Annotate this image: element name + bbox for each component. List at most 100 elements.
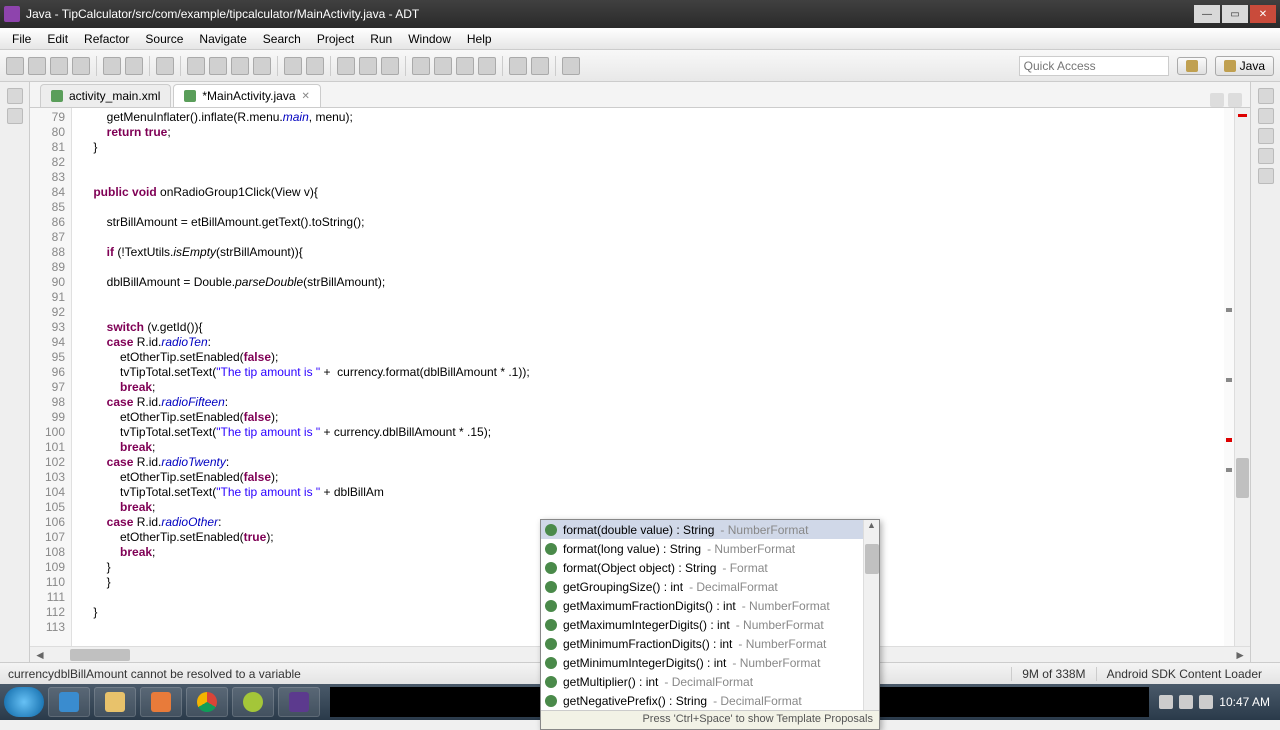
menu-help[interactable]: Help [459, 30, 500, 48]
toolbar-separator [180, 56, 181, 76]
tray-volume-icon[interactable] [1179, 695, 1193, 709]
taskbar-app-explorer[interactable] [94, 687, 136, 717]
method-icon [545, 619, 557, 631]
help-icon[interactable] [1258, 128, 1274, 144]
tray-flag-icon[interactable] [1159, 695, 1173, 709]
search-icon[interactable] [359, 57, 377, 75]
method-icon [545, 695, 557, 707]
task-list-icon[interactable] [1258, 88, 1274, 104]
content-assist-item[interactable]: getNegativePrefix() : String - DecimalFo… [541, 691, 879, 710]
content-assist-item[interactable]: getMaximumIntegerDigits() : int - Number… [541, 615, 879, 634]
pin-icon[interactable] [562, 57, 580, 75]
problems-icon[interactable] [1258, 168, 1274, 184]
open-type-icon[interactable] [337, 57, 355, 75]
new-class-icon[interactable] [306, 57, 324, 75]
outline-view-icon[interactable] [7, 108, 23, 124]
close-button[interactable]: ✕ [1250, 5, 1276, 23]
vertical-scrollbar[interactable] [1234, 108, 1250, 646]
editor-tab[interactable]: activity_main.xml [40, 84, 171, 107]
overview-error-mark [1226, 438, 1232, 442]
method-icon [545, 638, 557, 650]
menu-source[interactable]: Source [137, 30, 191, 48]
back-icon[interactable] [509, 57, 527, 75]
proposal-origin: - DecimalFormat [689, 580, 778, 594]
taskbar-app-ie[interactable] [48, 687, 90, 717]
toggle-mark-icon[interactable] [381, 57, 399, 75]
lint-icon[interactable] [456, 57, 474, 75]
quick-access-input[interactable] [1019, 56, 1169, 76]
new-package-icon[interactable] [284, 57, 302, 75]
debug-icon[interactable] [187, 57, 205, 75]
proposal-origin: - DecimalFormat [713, 694, 802, 708]
scrollbar-thumb[interactable] [865, 544, 879, 574]
scrollbar-thumb[interactable] [70, 649, 130, 661]
print-icon[interactable] [72, 57, 90, 75]
toolbar-separator [277, 56, 278, 76]
content-assist-item[interactable]: getMinimumIntegerDigits() : int - Number… [541, 653, 879, 672]
scrollbar-thumb[interactable] [1236, 458, 1249, 498]
menu-run[interactable]: Run [362, 30, 400, 48]
menu-file[interactable]: File [4, 30, 39, 48]
maximize-view-icon[interactable] [1228, 93, 1242, 107]
content-assist-item[interactable]: format(Object object) : String - Format [541, 558, 879, 577]
run-icon[interactable] [209, 57, 227, 75]
content-assist-item[interactable]: getMinimumFractionDigits() : int - Numbe… [541, 634, 879, 653]
cheat-sheets-icon[interactable] [1258, 148, 1274, 164]
open-perspective-button[interactable] [1177, 57, 1207, 75]
content-assist-item[interactable]: getGroupingSize() : int - DecimalFormat [541, 577, 879, 596]
content-assist-item[interactable]: getMultiplier() : int - DecimalFormat [541, 672, 879, 691]
content-assist-popup[interactable]: format(double value) : String - NumberFo… [540, 519, 880, 730]
taskbar-app-wmp[interactable] [140, 687, 182, 717]
menu-navigate[interactable]: Navigate [191, 30, 254, 48]
save-icon[interactable] [28, 57, 46, 75]
maximize-button[interactable]: ▭ [1222, 5, 1248, 23]
proposal-signature: getNegativePrefix() : String [563, 694, 707, 708]
menu-edit[interactable]: Edit [39, 30, 76, 48]
content-assist-list[interactable]: format(double value) : String - NumberFo… [541, 520, 879, 710]
avd-icon[interactable] [434, 57, 452, 75]
close-tab-icon[interactable]: ✕ [302, 91, 310, 102]
overview-ruler[interactable] [1224, 108, 1234, 646]
editor-tabs: activity_main.xml*MainActivity.java✕ [30, 82, 1250, 108]
android-sdk-icon[interactable] [412, 57, 430, 75]
editor-tab[interactable]: *MainActivity.java✕ [173, 84, 321, 107]
content-assist-item[interactable]: getMaximumFractionDigits() : int - Numbe… [541, 596, 879, 615]
new-icon[interactable] [6, 57, 24, 75]
proposal-signature: getMaximumIntegerDigits() : int [563, 618, 730, 632]
save-all-icon[interactable] [50, 57, 68, 75]
menu-search[interactable]: Search [255, 30, 309, 48]
build-all-icon[interactable] [125, 57, 143, 75]
new-project-icon[interactable] [156, 57, 174, 75]
menu-project[interactable]: Project [309, 30, 362, 48]
overview-mark [1226, 308, 1232, 312]
minimize-view-icon[interactable] [1210, 93, 1224, 107]
proposal-signature: getMultiplier() : int [563, 675, 658, 689]
run-last-icon[interactable] [231, 57, 249, 75]
perspective-label: Java [1240, 59, 1265, 73]
taskbar-app-adt[interactable] [278, 687, 320, 717]
toolbar-separator [555, 56, 556, 76]
forward-icon[interactable] [531, 57, 549, 75]
java-perspective-button[interactable]: Java [1215, 56, 1274, 76]
taskbar-app-chrome[interactable] [186, 687, 228, 717]
menu-refactor[interactable]: Refactor [76, 30, 137, 48]
app-icon [4, 6, 20, 22]
system-tray[interactable]: 10:47 AM [1159, 695, 1276, 709]
tray-clock[interactable]: 10:47 AM [1219, 695, 1270, 709]
tray-network-icon[interactable] [1199, 695, 1213, 709]
start-button[interactable] [4, 687, 44, 717]
overview-mark [1226, 378, 1232, 382]
popup-scrollbar[interactable]: ▲ [863, 520, 879, 710]
outline-icon[interactable] [1258, 108, 1274, 124]
build-icon[interactable] [103, 57, 121, 75]
coverage-icon[interactable] [253, 57, 271, 75]
menu-window[interactable]: Window [400, 30, 459, 48]
content-assist-item[interactable]: format(long value) : String - NumberForm… [541, 539, 879, 558]
minimize-button[interactable]: — [1194, 5, 1220, 23]
package-explorer-icon[interactable] [7, 88, 23, 104]
file-icon [184, 90, 196, 102]
new-android-icon[interactable] [478, 57, 496, 75]
content-assist-item[interactable]: format(double value) : String - NumberFo… [541, 520, 879, 539]
taskbar-app-androidstudio[interactable] [232, 687, 274, 717]
proposal-origin: - NumberFormat [707, 542, 795, 556]
